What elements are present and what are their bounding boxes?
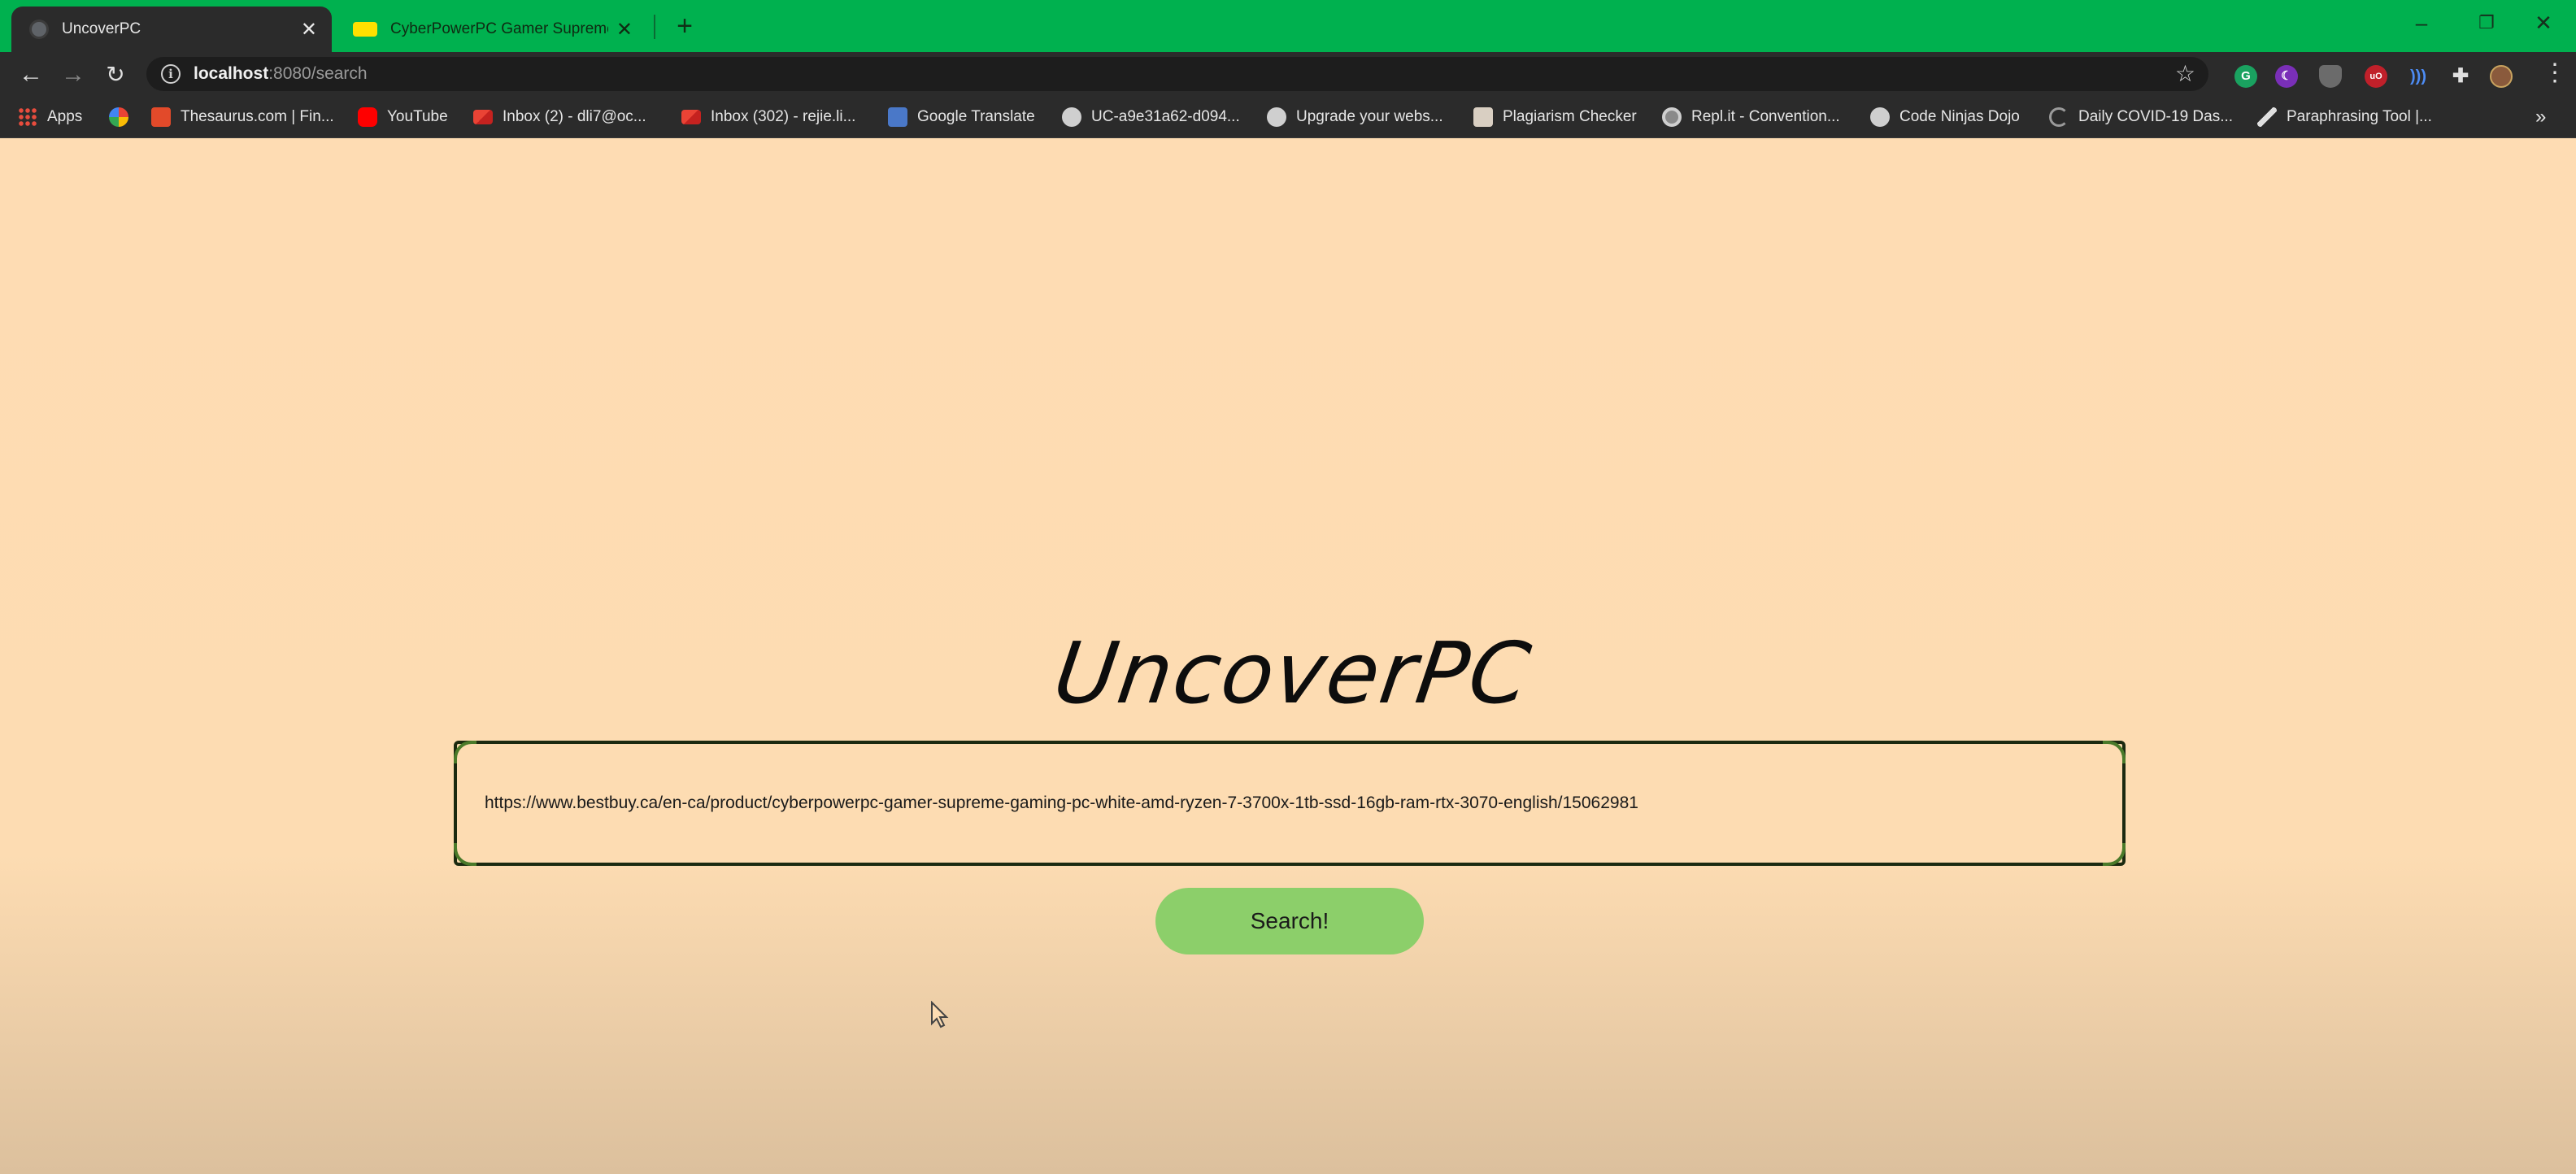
back-icon[interactable]: ←: [13, 57, 49, 93]
close-window-button[interactable]: ✕: [2519, 5, 2568, 41]
bookmark-pinwheel[interactable]: [109, 106, 138, 128]
globe-icon: [1062, 107, 1081, 127]
pen-icon: [2257, 107, 2277, 127]
site-info-icon[interactable]: i: [161, 64, 181, 84]
bookmark-code-ninjas[interactable]: Code Ninjas Dojo: [1870, 106, 2020, 128]
bookmark-upgrade[interactable]: Upgrade your webs...: [1267, 106, 1443, 128]
search-button[interactable]: Search!: [1155, 888, 1424, 954]
read-aloud-icon[interactable]: ))): [2407, 65, 2430, 88]
bookmark-google-translate[interactable]: Google Translate: [888, 106, 1035, 128]
moon-extension-icon[interactable]: ☾: [2275, 65, 2298, 88]
globe-icon: [29, 20, 49, 39]
youtube-icon: [358, 107, 377, 127]
extensions-puzzle-icon[interactable]: ✚: [2449, 65, 2472, 88]
apps-grid-icon: [18, 107, 37, 127]
corner-accent: [2103, 843, 2126, 866]
browser-menu-icon[interactable]: ⋮: [2540, 59, 2569, 87]
bookmark-youtube[interactable]: YouTube: [358, 106, 448, 128]
restore-button[interactable]: ❐: [2462, 5, 2511, 41]
page-content: UncoverPC Search!: [0, 139, 2576, 1174]
tab-uncoverpc[interactable]: UncoverPC ✕: [11, 7, 332, 52]
thesaurus-icon: [151, 107, 171, 127]
mouse-cursor-icon: [931, 1001, 949, 1028]
new-tab-button[interactable]: +: [668, 10, 701, 42]
bookmark-paraphrasing[interactable]: Paraphrasing Tool |...: [2257, 106, 2432, 128]
bookmark-inbox-1[interactable]: Inbox (2) - dli7@oc...: [473, 106, 646, 128]
forward-icon[interactable]: →: [55, 57, 91, 93]
bestbuy-icon: [353, 22, 377, 37]
ublock-icon[interactable]: uO: [2365, 65, 2387, 88]
browser-toolbar: ← → ↻ i localhost:8080/search ☆ G ☾ uO )…: [0, 52, 2576, 96]
tab-title: CyberPowerPC Gamer Supreme: [390, 20, 608, 37]
covid-icon: [2049, 107, 2069, 127]
bookmark-apps[interactable]: Apps: [18, 106, 82, 128]
search-box[interactable]: [454, 741, 2126, 866]
grammarly-icon[interactable]: G: [2234, 65, 2257, 88]
corner-accent: [454, 741, 476, 763]
bookmark-plagiarism[interactable]: Plagiarism Checker: [1473, 106, 1637, 128]
url-path: :8080/search: [268, 64, 368, 83]
corner-accent: [454, 843, 476, 866]
bookmarks-overflow-button[interactable]: »: [2535, 106, 2546, 128]
profile-avatar[interactable]: [2490, 65, 2513, 88]
replit-icon: [1662, 107, 1682, 127]
close-tab-icon[interactable]: ✕: [301, 18, 317, 41]
plagiarism-icon: [1473, 107, 1493, 127]
search-input[interactable]: [485, 794, 2122, 813]
tab-strip: UncoverPC ✕ CyberPowerPC Gamer Supreme ✕…: [0, 0, 2576, 52]
corner-accent: [2103, 741, 2126, 763]
gmail-icon: [681, 110, 701, 124]
tab-cyberpowerpc[interactable]: CyberPowerPC Gamer Supreme ✕: [335, 7, 647, 52]
bookmark-inbox-2[interactable]: Inbox (302) - rejie.li...: [681, 106, 855, 128]
gmail-icon: [473, 110, 493, 124]
bookmark-covid[interactable]: Daily COVID-19 Das...: [2049, 106, 2233, 128]
bookmark-thesaurus[interactable]: Thesaurus.com | Fin...: [151, 106, 334, 128]
reload-icon[interactable]: ↻: [98, 57, 133, 93]
globe-icon: [1870, 107, 1890, 127]
globe-icon: [1267, 107, 1286, 127]
minimize-button[interactable]: –: [2397, 5, 2446, 41]
shield-icon[interactable]: [2319, 65, 2342, 88]
address-bar[interactable]: i localhost:8080/search ☆: [146, 57, 2208, 91]
url-host: localhost: [194, 64, 269, 83]
tab-separator: [654, 15, 655, 39]
tab-title: UncoverPC: [62, 20, 141, 37]
translate-icon: [888, 107, 907, 127]
pinwheel-icon: [109, 107, 128, 127]
close-tab-icon[interactable]: ✕: [616, 18, 633, 41]
bookmark-uc[interactable]: UC-a9e31a62-d094...: [1062, 106, 1240, 128]
bookmarks-bar: Apps Thesaurus.com | Fin... YouTube Inbo…: [0, 96, 2576, 138]
site-logo: UncoverPC: [1048, 624, 1538, 723]
bookmark-replit[interactable]: Repl.it - Convention...: [1662, 106, 1840, 128]
bookmark-star-icon[interactable]: ☆: [2175, 60, 2195, 87]
